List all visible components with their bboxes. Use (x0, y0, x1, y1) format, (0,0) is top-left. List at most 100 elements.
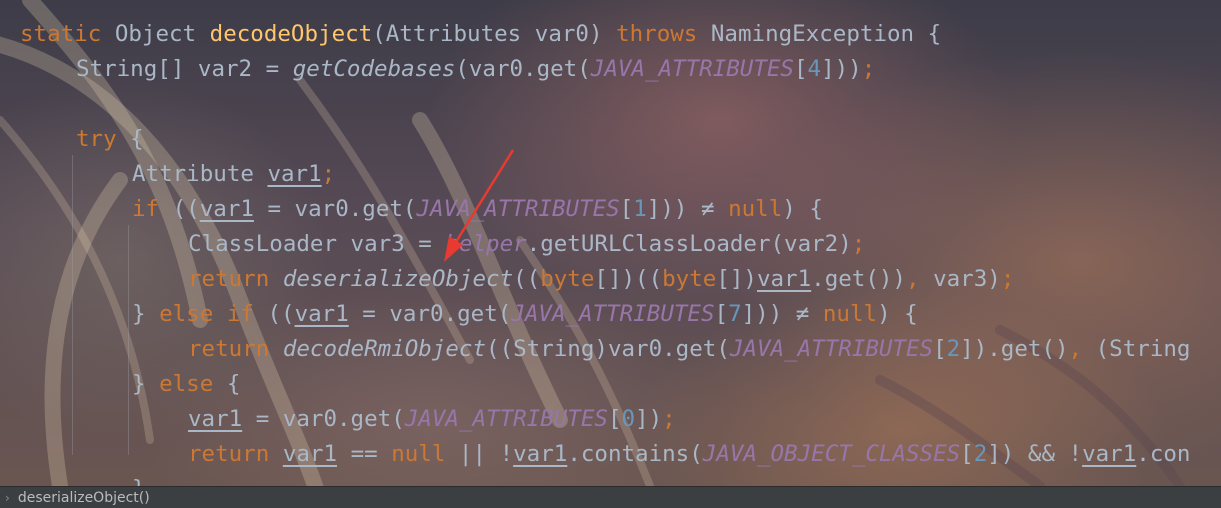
code-token: (String (1082, 336, 1191, 362)
code-token: JAVA_OBJECT_CLASSES (702, 441, 961, 467)
code-token: []) (716, 266, 757, 292)
code-token: deserializeObject (282, 266, 514, 292)
code-line: static Object decodeObject(Attributes va… (20, 17, 941, 52)
code-token: if (226, 301, 254, 327)
code-token: 2 (973, 441, 988, 467)
code-token: throws (616, 21, 698, 47)
code-token: helper (445, 231, 527, 257)
code-token: } (132, 301, 160, 327)
code-token: } (132, 476, 146, 486)
code-token: Attribute (132, 161, 268, 187)
code-line: return deserializeObject((byte[])((byte[… (188, 262, 1014, 297)
code-editor[interactable]: static Object decodeObject(Attributes va… (0, 0, 1221, 486)
code-token: ])) (741, 301, 796, 327)
code-line: String[] var2 = getCodebases(var0.get(JA… (76, 52, 875, 87)
code-token: try (76, 126, 117, 152)
code-line: return var1 == null || !var1.contains(JA… (188, 437, 1190, 472)
code-token: var1 (1082, 441, 1137, 467)
code-token: ])) (821, 56, 862, 82)
code-token: ≠ (795, 301, 810, 327)
code-token: JAVA_ATTRIBUTES (416, 196, 620, 222)
code-token: [ (960, 441, 974, 467)
code-token: (( (159, 196, 200, 222)
code-token: ) { (877, 301, 918, 327)
code-token: { (213, 371, 241, 397)
code-token: null (391, 441, 446, 467)
code-token: } (132, 371, 160, 397)
code-token: byte (662, 266, 717, 292)
code-token: null (728, 196, 783, 222)
code-token: return (188, 336, 270, 362)
code-token: [ (619, 196, 634, 222)
code-token: ]).get() (960, 336, 1069, 362)
code-line: } else if ((var1 = var0.get(JAVA_ATTRIBU… (132, 297, 918, 332)
code-token: , (905, 266, 920, 292)
code-token: else (159, 371, 214, 397)
code-token: .getURLClassLoader(var2) (526, 231, 852, 257)
code-token: (var0.get( (455, 56, 591, 82)
code-token: ((String)var0.get( (486, 336, 730, 362)
code-token: return (188, 441, 270, 467)
code-token: [ (793, 56, 808, 82)
code-token: { (116, 126, 144, 152)
code-token: (( (513, 266, 541, 292)
breadcrumb-item-method[interactable]: deserializeObject() (18, 490, 150, 506)
code-token: .con (1136, 441, 1191, 467)
code-token: var1 (756, 266, 812, 292)
code-token: [ (933, 336, 947, 362)
code-token: ClassLoader var3 = (188, 231, 446, 257)
code-token: return (188, 266, 270, 292)
code-token: else (159, 301, 214, 327)
code-token: var1 (267, 161, 322, 187)
code-token: static (20, 21, 102, 47)
code-token: var1 (199, 196, 254, 222)
code-token: 4 (807, 56, 822, 82)
code-line: } else { (132, 367, 240, 402)
chevron-right-icon: › (5, 490, 10, 505)
code-token: [])(( (594, 266, 663, 292)
code-token: [ (714, 301, 729, 327)
code-token: ; (861, 56, 876, 82)
code-token: var1 (188, 406, 243, 432)
code-token: NamingException { (697, 21, 942, 47)
code-token: if (132, 196, 160, 222)
code-token: ; (662, 406, 676, 432)
code-token: String[] var2 = (76, 56, 293, 82)
code-token: [ (607, 406, 622, 432)
code-token: null (822, 301, 878, 327)
code-token: ])) (646, 196, 701, 222)
code-token: JAVA_ATTRIBUTES (404, 406, 608, 432)
code-token: .contains( (567, 441, 703, 467)
code-token: ) { (782, 196, 823, 222)
code-line: } (132, 472, 146, 486)
code-token: ; (851, 231, 866, 257)
code-token: = var0.get( (253, 196, 417, 222)
code-token: ≠ (700, 196, 715, 222)
code-token: JAVA_ATTRIBUTES (729, 336, 934, 362)
code-line: try { (76, 122, 144, 157)
code-token: ]) (635, 406, 663, 432)
code-token: 1 (633, 196, 647, 222)
code-token: 2 (946, 336, 961, 362)
code-token: getCodebases (292, 56, 456, 82)
indent-guide (72, 155, 73, 455)
code-token: 7 (728, 301, 742, 327)
breadcrumb-bar: › deserializeObject() (0, 486, 1221, 508)
code-token: = var0.get( (242, 406, 405, 432)
code-line: Attribute var1; (132, 157, 335, 192)
code-token: ]) && ! (987, 441, 1083, 467)
code-token: ; (1000, 266, 1015, 292)
code-line: if ((var1 = var0.get(JAVA_ATTRIBUTES[1])… (132, 192, 823, 227)
code-token: decodeRmiObject (282, 336, 487, 362)
code-token: ; (321, 161, 336, 187)
code-token: var1 (282, 441, 338, 467)
